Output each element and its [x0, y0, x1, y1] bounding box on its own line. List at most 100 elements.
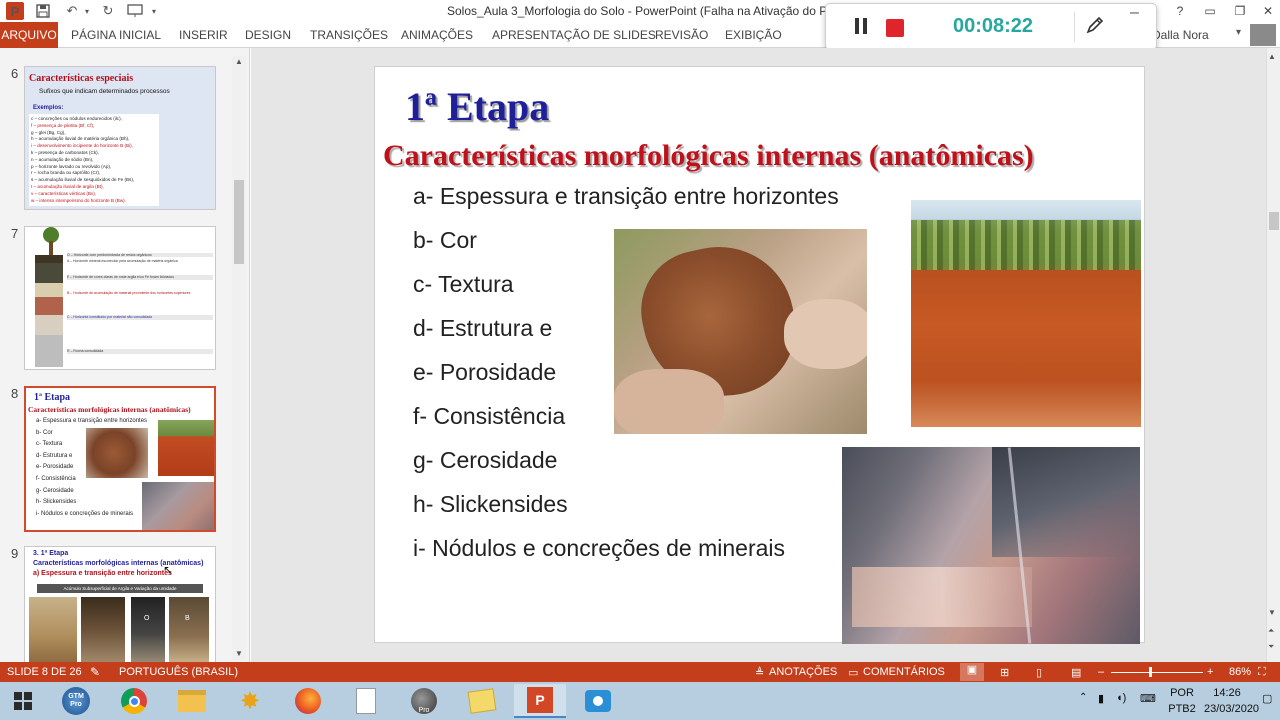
normal-view-icon[interactable]: ▣: [960, 663, 984, 681]
chrome-icon[interactable]: [108, 684, 160, 718]
slide-list-item[interactable]: i- Nódulos e concreções de minerais: [413, 535, 785, 562]
slideshow-view-icon[interactable]: ▤: [1071, 666, 1081, 679]
draw-pen-icon[interactable]: [1084, 14, 1106, 38]
tab-view[interactable]: EXIBIÇÃO: [725, 28, 782, 42]
thumbnail-scrollbar[interactable]: ▲ ▼: [232, 56, 246, 660]
thumbnail-slide-7[interactable]: O – Horizonte com predominância de resto…: [24, 226, 216, 370]
avatar[interactable]: [1250, 24, 1276, 46]
thumbnail-slide-8[interactable]: 1ª Etapa Características morfológicas in…: [24, 386, 216, 532]
fit-to-window-icon[interactable]: ⛶: [1258, 666, 1266, 679]
zoom-level[interactable]: 86%: [1229, 666, 1251, 678]
save-icon[interactable]: [34, 2, 52, 20]
notes-app-icon[interactable]: [456, 684, 508, 718]
tab-slideshow[interactable]: APRESENTAÇÃO DE SLIDES: [492, 28, 656, 42]
thumbnail-slide-9[interactable]: 3. 1ª Etapa Características morfológicas…: [24, 546, 216, 662]
photo-label: B: [185, 615, 190, 622]
slide-sorter-icon[interactable]: ⊞: [1000, 666, 1009, 679]
scroll-up-icon[interactable]: ▲: [232, 56, 246, 68]
volume-icon[interactable]: ◖): [1116, 692, 1126, 704]
ribbon-display-icon[interactable]: ▭: [1196, 0, 1224, 22]
restore-icon[interactable]: ❐: [1226, 0, 1254, 22]
file-explorer-icon[interactable]: [166, 684, 218, 718]
tab-transitions[interactable]: TRANSIÇÕES: [310, 28, 388, 42]
notes-button[interactable]: ANOTAÇÕES: [769, 666, 837, 678]
firefox-icon[interactable]: [282, 684, 334, 718]
comments-icon[interactable]: ▭: [848, 666, 858, 679]
slide-list-item[interactable]: g- Cerosidade: [413, 447, 557, 474]
previous-slide-icon[interactable]: ⏶: [1268, 626, 1278, 636]
clock-time[interactable]: 14:26: [1204, 687, 1250, 699]
keyboard-layout[interactable]: PTB2: [1168, 703, 1196, 715]
screen-recorder-app-icon[interactable]: [572, 684, 624, 718]
comments-button[interactable]: COMENTÁRIOS: [863, 666, 945, 678]
scroll-up-icon[interactable]: ▲: [1268, 52, 1278, 62]
help-icon[interactable]: ?: [1166, 0, 1194, 22]
reading-view-icon[interactable]: ▯: [1036, 666, 1042, 679]
keyboard-icon[interactable]: ⌨: [1140, 692, 1156, 705]
thumb-heading: Exemplos:: [33, 105, 64, 111]
tab-home[interactable]: PÁGINA INICIAL: [71, 28, 161, 42]
tab-insert[interactable]: INSERIR: [179, 28, 228, 42]
tab-animations[interactable]: ANIMAÇÕES: [401, 28, 473, 42]
scroll-down-icon[interactable]: ▼: [232, 648, 246, 660]
zoom-in-icon[interactable]: +: [1207, 666, 1213, 678]
account-dropdown-icon[interactable]: ▾: [1236, 27, 1241, 38]
start-slideshow-icon[interactable]: [124, 2, 146, 20]
document-icon[interactable]: [340, 684, 392, 718]
minimize-recorder-icon[interactable]: –: [1130, 4, 1139, 22]
slide-list-item[interactable]: b- Cor: [413, 227, 477, 254]
thumbnail-number: 8: [11, 386, 19, 401]
powerpoint-taskbar-icon[interactable]: P: [514, 684, 566, 718]
slide-list-item[interactable]: c- Textura: [413, 271, 514, 298]
tab-review[interactable]: REVISÃO: [655, 28, 708, 42]
windows-start-icon[interactable]: [0, 684, 46, 718]
powerpoint-app-icon[interactable]: P: [6, 2, 24, 20]
language-code[interactable]: POR: [1168, 687, 1196, 699]
thumb-line: n – acumulação de sódio (Bn),: [31, 156, 94, 162]
zoom-out-icon[interactable]: –: [1098, 666, 1104, 678]
undo-dropdown-icon[interactable]: ▾: [82, 2, 92, 20]
stop-recording-icon[interactable]: [886, 19, 904, 37]
undo-icon[interactable]: ↶: [62, 2, 82, 20]
thumb-line: A – Horizonte mineral escurecido pela ac…: [67, 259, 178, 263]
tab-design[interactable]: DESIGN: [245, 28, 291, 42]
language-indicator[interactable]: PORTUGUÊS (BRASIL): [119, 666, 238, 678]
zoom-slider[interactable]: [1111, 672, 1203, 673]
thumbnail-slide-6[interactable]: Características especiais Sufixos que in…: [24, 66, 216, 210]
slide-list-item[interactable]: h- Slickensides: [413, 491, 568, 518]
show-hidden-icons[interactable]: ⌃: [1079, 692, 1087, 703]
horizon-o: [35, 255, 63, 263]
next-slide-icon[interactable]: ⏷: [1268, 642, 1278, 652]
thumb-line: h – acumulação iluvial de matéria orgâni…: [31, 136, 130, 142]
customize-toolbar-icon[interactable]: ▾: [148, 2, 160, 20]
thumb-list-item: i- Nódulos e concreções de minerais: [36, 510, 134, 517]
horizon-r: [35, 335, 63, 367]
slide-subtitle[interactable]: Características morfológicas internas (a…: [383, 139, 1034, 173]
close-icon[interactable]: ✕: [1254, 0, 1280, 22]
redo-icon[interactable]: ↻: [98, 2, 118, 20]
spelling-check-icon[interactable]: ✎: [90, 665, 100, 679]
slide-list-item[interactable]: d- Estrutura e: [413, 315, 552, 342]
pause-icon[interactable]: [854, 18, 868, 36]
pro-app-icon[interactable]: Pro: [398, 684, 450, 718]
thumbnail-number: 9: [11, 546, 19, 561]
tab-file[interactable]: ARQUIVO: [0, 22, 58, 48]
slide-list-item[interactable]: a- Espessura e transição entre horizonte…: [413, 183, 839, 210]
scroll-thumb[interactable]: [1269, 212, 1279, 230]
zoom-slider-thumb[interactable]: [1149, 667, 1152, 677]
star-app-icon[interactable]: ✸: [224, 684, 276, 718]
notes-icon[interactable]: ≜: [755, 666, 764, 679]
scroll-down-icon[interactable]: ▼: [1268, 608, 1278, 618]
vertical-scrollbar[interactable]: ▲ ▼ ⏶ ⏷: [1266, 48, 1280, 662]
network-icon[interactable]: ▮: [1098, 692, 1104, 705]
scroll-thumb[interactable]: [234, 180, 244, 264]
current-slide[interactable]: 1ª Etapa Características morfológicas in…: [374, 66, 1145, 644]
thumb-line: k – presença de carbonatos (Ck),: [31, 150, 99, 155]
slide-title[interactable]: 1ª Etapa: [405, 83, 549, 130]
thumb-line: s – acumulação iluvial de sesquióxidos d…: [31, 177, 135, 183]
gtm-pro-app-icon[interactable]: GTM Pro: [50, 684, 102, 718]
slide-list-item[interactable]: f- Consistência: [413, 403, 565, 430]
clock-date[interactable]: 23/03/2020: [1204, 703, 1259, 715]
action-center-icon[interactable]: ▢: [1262, 692, 1272, 705]
slide-list-item[interactable]: e- Porosidade: [413, 359, 556, 386]
